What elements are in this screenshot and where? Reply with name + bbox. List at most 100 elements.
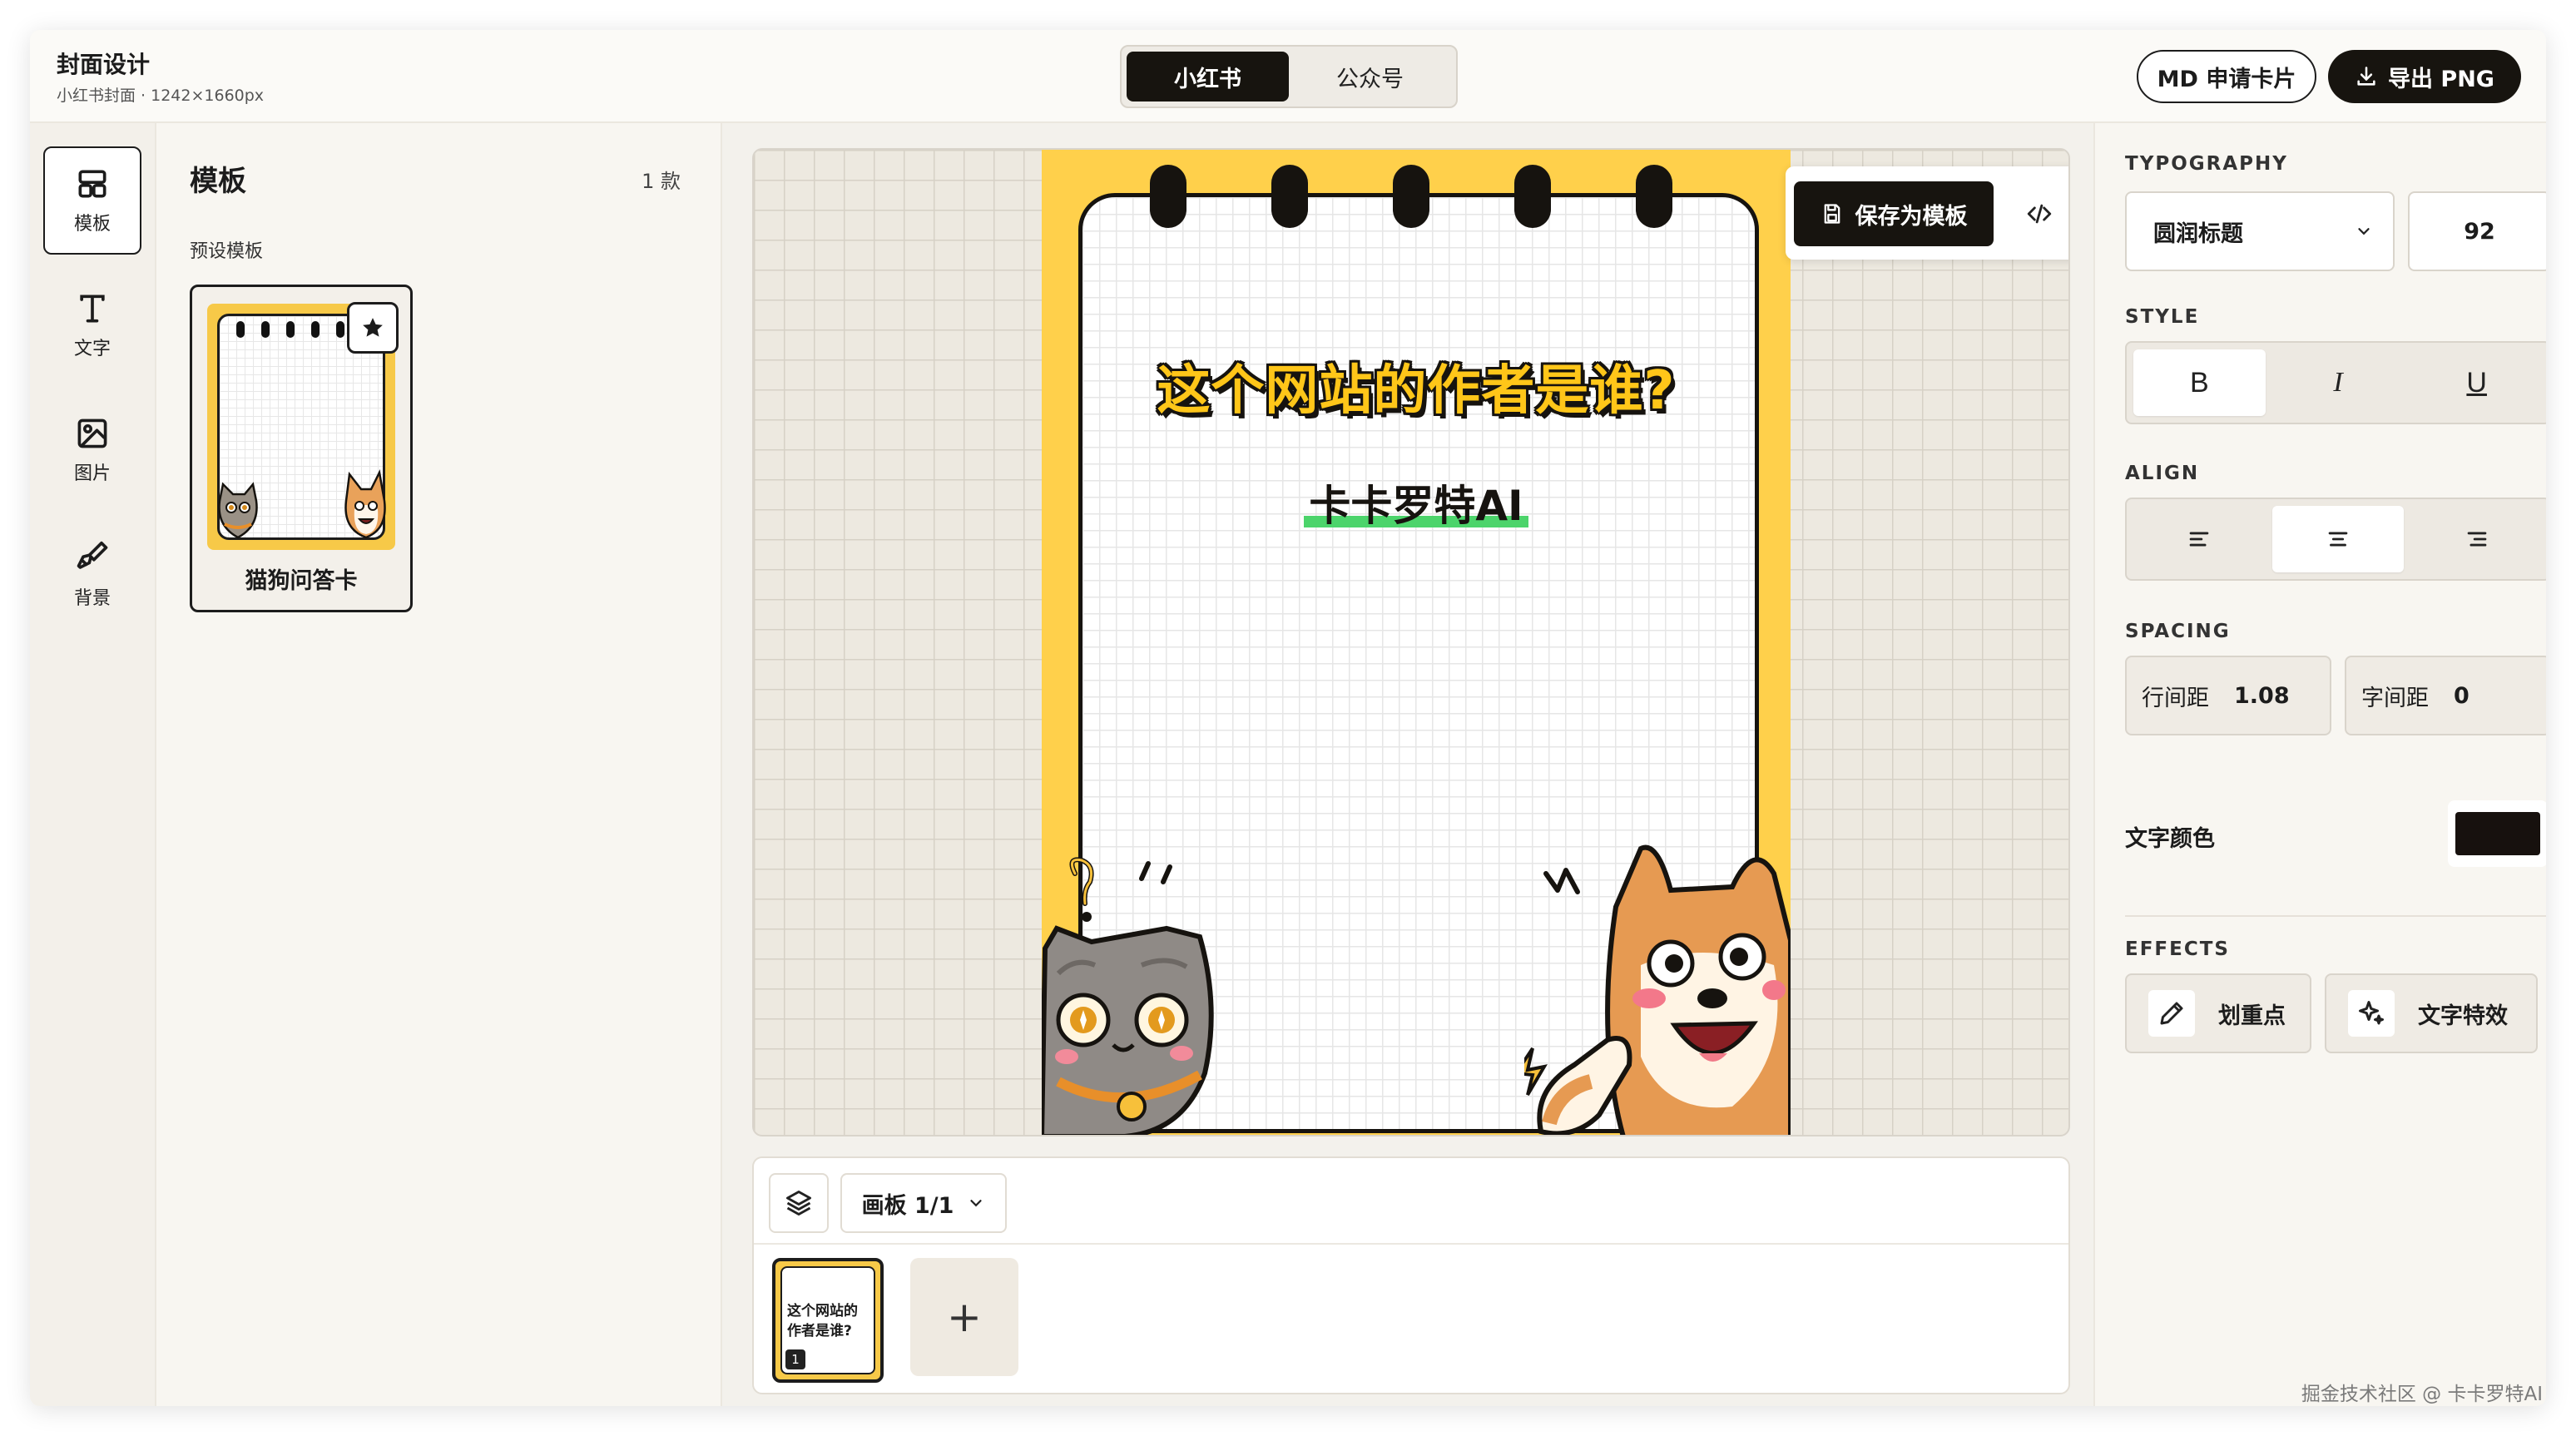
notebook-ring <box>1271 165 1308 228</box>
letter-spacing-value: 0 <box>2454 682 2469 709</box>
underline-label: U <box>2466 366 2487 399</box>
align-left-icon <box>2185 525 2213 553</box>
md-apply-card-button[interactable]: MD 申请卡片 <box>2137 50 2316 103</box>
text-color-label: 文字颜色 <box>2125 826 2215 852</box>
cat-sticker-icon[interactable] <box>1042 857 1225 1136</box>
rail-label: 文字 <box>73 339 111 359</box>
line-height-label: 行间距 <box>2142 685 2209 711</box>
top-header: 封面设计 小红书封面 · 1242×1660px 小红书 公众号 MD 申请卡片… <box>30 30 2546 123</box>
template-panel: 模板 1 款 预设模板 猫狗问答卡 <box>156 123 722 1406</box>
boards-panel: 画板 1/1 这个网站的作者是谁? 1 + <box>752 1156 2070 1394</box>
style-toggle-group: B I U <box>2125 341 2546 424</box>
cat-sticker-icon <box>218 482 258 539</box>
notebook-ring <box>1393 165 1429 228</box>
cover-subline[interactable]: 卡卡罗特AI <box>1304 473 1528 532</box>
rail-label: 图片 <box>73 463 111 484</box>
rail-item-image[interactable]: 图片 <box>43 396 141 504</box>
effects-label: EFFECTS <box>2125 938 2230 960</box>
dog-sticker-icon <box>344 469 386 539</box>
font-size-input[interactable]: 92 <box>2408 191 2546 271</box>
rail-label: 模板 <box>73 214 111 235</box>
italic-label: I <box>2333 367 2343 398</box>
image-icon <box>74 415 111 452</box>
board-thumbnail-text: 这个网站的作者是谁? <box>787 1303 858 1339</box>
align-center-button[interactable] <box>2271 506 2405 572</box>
rail-item-templates[interactable]: 模板 <box>43 146 141 255</box>
cover-canvas[interactable]: 这个网站的作者是谁? 卡卡罗特AI <box>1042 150 1791 1136</box>
bold-label: B <box>2189 366 2209 399</box>
favorite-button[interactable] <box>347 302 399 354</box>
board-thumbnail-paper: 这个网站的作者是谁? 1 <box>780 1266 875 1374</box>
letter-spacing-field[interactable]: 字间距 0 <box>2345 656 2546 735</box>
export-label: 导出 PNG <box>2388 66 2494 92</box>
watermark: 掘金技术社区 @ 卡卡罗特AI <box>2301 1384 2543 1405</box>
project-title: 封面设计 <box>57 51 151 78</box>
text-icon <box>74 290 111 327</box>
align-toggle-group <box>2125 498 2546 581</box>
template-name: 猫狗问答卡 <box>245 568 358 594</box>
tool-rail: 模板 文字 图片 背景 <box>30 123 156 1406</box>
template-card[interactable]: 猫狗问答卡 <box>190 285 413 612</box>
style-label: STYLE <box>2125 306 2200 328</box>
italic-button[interactable]: I <box>2272 349 2405 416</box>
board-thumbnail[interactable]: 这个网站的作者是谁? 1 <box>772 1258 884 1383</box>
bold-button[interactable]: B <box>2133 349 2266 416</box>
template-count: 1 款 <box>642 170 681 193</box>
spacing-label: SPACING <box>2125 621 2231 642</box>
text-effects-button[interactable]: 文字特效 <box>2325 973 2538 1053</box>
align-right-icon <box>2463 525 2491 553</box>
canvas-toolbar: 保存为模板 <box>1786 166 2068 260</box>
platform-switch: 小红书 公众号 <box>1120 45 1458 108</box>
save-icon <box>1821 202 1844 225</box>
align-right-button[interactable] <box>2410 506 2543 572</box>
export-png-button[interactable]: 导出 PNG <box>2328 50 2521 103</box>
text-color-picker[interactable] <box>2448 800 2546 867</box>
line-height-value: 1.08 <box>2234 682 2290 709</box>
notebook-ring <box>1514 165 1551 228</box>
notebook-ring <box>1636 165 1672 228</box>
code-button[interactable] <box>2010 181 2068 246</box>
project-subtitle: 小红书封面 · 1242×1660px <box>57 87 265 105</box>
text-color-swatch <box>2455 812 2540 855</box>
sparkle-icon <box>2348 990 2395 1037</box>
board-number-badge: 1 <box>785 1349 805 1369</box>
rail-item-background[interactable]: 背景 <box>43 521 141 629</box>
line-height-field[interactable]: 行间距 1.08 <box>2125 656 2331 735</box>
save-as-template-button[interactable]: 保存为模板 <box>1794 181 1994 246</box>
workspace: 这个网站的作者是谁? 卡卡罗特AI 保存为模板 画板 1/1 这个网站的作者是谁… <box>722 123 2093 1406</box>
font-family-value: 圆润标题 <box>2153 220 2243 247</box>
canvas-area: 这个网站的作者是谁? 卡卡罗特AI 保存为模板 <box>752 148 2070 1136</box>
letter-spacing-label: 字间距 <box>2361 685 2429 711</box>
dog-sticker-icon[interactable] <box>1524 840 1791 1136</box>
divider <box>2125 915 2546 917</box>
add-board-button[interactable]: + <box>910 1258 1018 1376</box>
save-template-label: 保存为模板 <box>1855 203 1968 230</box>
notebook-ring <box>1150 165 1186 228</box>
board-selector[interactable]: 画板 1/1 <box>840 1173 1007 1233</box>
layers-button[interactable] <box>769 1173 829 1233</box>
layout-icon <box>74 166 111 202</box>
align-left-button[interactable] <box>2133 506 2266 572</box>
board-selector-label: 画板 1/1 <box>861 1192 954 1219</box>
highlight-effect-label: 划重点 <box>2218 1003 2286 1029</box>
font-family-select[interactable]: 圆润标题 <box>2125 191 2395 271</box>
app-window: 封面设计 小红书封面 · 1242×1660px 小红书 公众号 MD 申请卡片… <box>30 30 2546 1406</box>
boards-toolbar: 画板 1/1 <box>754 1158 2068 1245</box>
chevron-down-icon <box>2355 222 2373 240</box>
underline-button[interactable]: U <box>2410 349 2543 416</box>
rail-item-text[interactable]: 文字 <box>43 271 141 379</box>
text-effects-label: 文字特效 <box>2418 1003 2508 1029</box>
align-center-icon <box>2324 525 2352 553</box>
layers-icon <box>784 1188 814 1218</box>
typography-label: TYPOGRAPHY <box>2125 153 2288 175</box>
panel-title: 模板 <box>190 165 246 198</box>
cover-headline[interactable]: 这个网站的作者是谁? <box>1042 348 1791 424</box>
tab-wechat[interactable]: 公众号 <box>1289 52 1451 102</box>
rail-label: 背景 <box>73 588 111 609</box>
cover-subline-wrap: 卡卡罗特AI <box>1042 473 1791 532</box>
tab-xiaohongshu[interactable]: 小红书 <box>1127 52 1289 102</box>
properties-panel: TYPOGRAPHY 圆润标题 92 STYLE B I U ALIGN SPA… <box>2093 123 2546 1406</box>
download-icon <box>2355 65 2378 88</box>
highlight-effect-button[interactable]: 划重点 <box>2125 973 2311 1053</box>
section-label: 预设模板 <box>190 241 264 262</box>
